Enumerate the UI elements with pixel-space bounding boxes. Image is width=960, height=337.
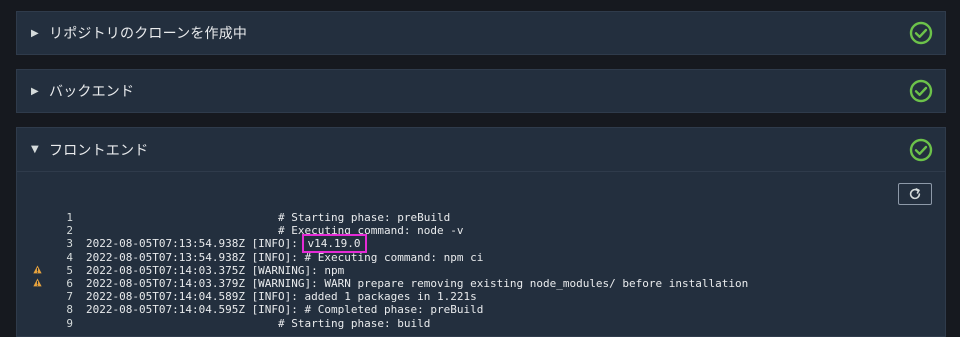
log-line-number: 3 xyxy=(66,237,73,251)
log-line-number: 1 xyxy=(66,211,73,224)
panel-title: バックエンド xyxy=(49,84,135,100)
caret-right-icon: ▶ xyxy=(31,85,39,97)
caret-right-icon: ▶ xyxy=(31,27,39,39)
panel-title: フロントエンド xyxy=(49,142,149,159)
log-line: 3 2022-08-05T07:13:54.938Z [INFO]: v14.19… xyxy=(17,234,945,254)
log-line-text: 2022-08-05T07:13:54.938Z [INFO]: # Execu… xyxy=(86,250,484,264)
log-line-number: 2 xyxy=(66,224,73,238)
log-line: 7 2022-08-05T07:14:04.589Z [INFO]: added … xyxy=(17,290,945,303)
panel-header-clone-repository[interactable]: ▶ リポジトリのクローンを作成中 xyxy=(17,12,945,54)
log-line-number: 4 xyxy=(66,250,73,264)
log-line: 6 2022-08-05T07:14:03.379Z [WARNING]: WAR… xyxy=(17,277,945,290)
log-line-text: 2022-08-05T07:14:04.589Z [INFO]: added 1… xyxy=(86,290,477,304)
log-line-number: 7 xyxy=(66,290,73,304)
log-line-number: 8 xyxy=(66,303,73,317)
log-line-number: 5 xyxy=(66,263,73,277)
log-line-number: 9 xyxy=(66,316,73,330)
log-line: 1 # Starting phase: preBuild xyxy=(17,211,945,224)
check-circle-icon xyxy=(909,79,933,103)
warning-icon xyxy=(33,278,42,287)
log-line-text: # Starting phase: build xyxy=(86,316,431,330)
log-line: 2 # Executing command: node -v xyxy=(17,224,945,237)
log-line-text: # Executing command: node -v xyxy=(86,224,464,238)
caret-down-icon: ▼ xyxy=(31,144,39,155)
panel-header-backend[interactable]: ▶ バックエンド xyxy=(17,70,945,112)
log-line-number: 6 xyxy=(66,276,73,290)
panel-clone-repository: ▶ リポジトリのクローンを作成中 xyxy=(16,11,946,55)
log-line: 4 2022-08-05T07:13:54.938Z [INFO]: # Exec… xyxy=(17,251,945,264)
refresh-button[interactable] xyxy=(898,183,932,205)
log-line: 5 2022-08-05T07:14:03.375Z [WARNING]: npm xyxy=(17,264,945,277)
log-line-text: 2022-08-05T07:14:03.379Z [WARNING]: WARN… xyxy=(86,276,749,290)
log-line: 9 # Starting phase: build xyxy=(17,317,945,330)
panel-header-frontend[interactable]: ▼ フロントエンド xyxy=(17,128,945,172)
panel-title: リポジトリのクローンを作成中 xyxy=(49,26,248,42)
log-line-text: # Starting phase: preBuild xyxy=(86,211,451,224)
highlighted-version: v14.19.0 xyxy=(301,234,367,254)
panel-frontend: ▼ フロントエンド 1 # Starting phase: preBuild 2 … xyxy=(16,127,946,337)
build-log: 1 # Starting phase: preBuild 2 # Executin… xyxy=(17,211,945,330)
check-circle-icon xyxy=(909,138,933,161)
refresh-icon xyxy=(909,188,921,200)
panel-backend: ▶ バックエンド xyxy=(16,69,946,113)
check-circle-icon xyxy=(909,21,933,45)
log-line-prefix: 2022-08-05T07:13:54.938Z [INFO]: xyxy=(86,237,305,251)
log-line-text: 2022-08-05T07:14:03.375Z [WARNING]: npm xyxy=(86,263,345,277)
log-line: 8 2022-08-05T07:14:04.595Z [INFO]: # Comp… xyxy=(17,303,945,316)
log-line-text: 2022-08-05T07:13:54.938Z [INFO]: v14.19.… xyxy=(86,234,367,254)
warning-icon xyxy=(33,265,42,274)
log-line-text: 2022-08-05T07:14:04.595Z [INFO]: # Compl… xyxy=(86,303,484,317)
